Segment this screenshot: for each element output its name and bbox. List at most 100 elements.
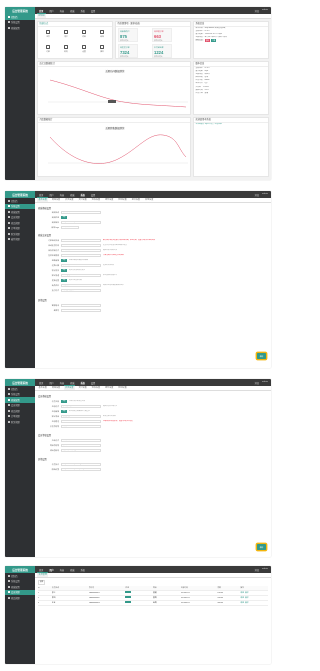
select-input[interactable]: 顺丰速运 [61,273,101,277]
user-menu[interactable]: admin [262,568,268,572]
status-toggle[interactable] [125,591,132,594]
message-link[interactable]: 消息 [255,381,259,385]
text-input[interactable]: http://www.shop.com [61,220,101,224]
sidebar-item[interactable]: 商品管理 [5,595,35,601]
table-row[interactable]: 1 张三 13800000001 普通 2023-01-01 100.00 编辑… [38,591,268,596]
tab-dashboard[interactable]: 控制台 [37,12,47,18]
number-input[interactable]: 7 [61,243,101,247]
quick-item[interactable]: 用户 [60,29,72,40]
topnav-item[interactable]: 首页 [39,381,43,385]
select-input[interactable]: 下单扣减 [61,248,101,252]
tab-settings[interactable]: 物流设置 [117,386,128,390]
topnav-item[interactable]: 系统 [81,9,85,13]
tab-settings[interactable]: 支付设置 [77,386,88,390]
delete-link[interactable]: 删除 [245,602,249,604]
text-input[interactable]: 我的商城 [61,210,101,214]
upload-button[interactable]: 上传图片 [61,225,79,229]
tab-settings[interactable]: 邮件设置 [104,386,115,390]
user-menu[interactable]: admin [262,9,268,13]
select-input[interactable]: 需要审核 [61,283,101,287]
edit-link[interactable]: 编辑 [240,592,244,594]
tab-settings[interactable]: 商城设置 [50,386,61,390]
topnav-item[interactable]: 内容 [60,193,64,197]
message-link[interactable]: 消息 [255,9,259,13]
quick-item[interactable]: 订单 [42,44,54,55]
topnav-item[interactable]: 商城 [70,568,74,572]
quick-item[interactable]: 设置 [78,44,90,55]
toggle-switch[interactable]: 开启 [61,216,67,219]
message-link[interactable]: 消息 [255,568,259,572]
message-link[interactable]: 消息 [255,193,259,197]
number-input[interactable]: 7 [61,253,101,257]
number-input[interactable]: 30 [61,238,101,242]
topnav-item[interactable]: 商城 [70,9,74,13]
toggle-switch[interactable]: 开启 [61,279,67,282]
quick-item[interactable]: 插件 [96,44,108,55]
tab-settings[interactable]: 短信设置 [90,386,101,390]
stat-card[interactable]: 待处理订单 663 较昨日增长 [152,28,172,42]
sidebar-item[interactable]: 插件管理 [5,237,35,243]
text-input[interactable]: 400-000-0000 [61,303,101,307]
save-button[interactable]: 保存 [257,353,266,359]
app-logo[interactable]: 后台管理系统 [5,191,35,198]
topnav-item[interactable]: 商城 [70,193,74,197]
text-input[interactable]: ICP-000000 [61,308,101,312]
select-input[interactable]: 长期 [61,424,101,428]
quick-item[interactable]: 商城 [96,29,108,40]
delete-link[interactable]: 删除 [245,597,249,599]
tab-settings[interactable]: 商城设置 [50,198,61,202]
status-toggle[interactable] [125,601,132,604]
app-logo[interactable]: 后台管理系统 [5,379,35,386]
toggle-switch[interactable]: 开启 [61,269,67,272]
topnav-item[interactable]: 系统 [81,568,85,572]
download-button[interactable]: 下载 [210,39,217,43]
topnav-item[interactable]: 系统 [81,381,85,385]
official-site-button[interactable]: 官网 [204,39,211,43]
tab-settings[interactable]: 物流设置 [117,198,128,202]
toggle-switch[interactable]: 开启 [61,259,67,262]
tab-settings[interactable]: 短信设置 [90,198,101,202]
user-menu[interactable]: admin [262,193,268,197]
topnav-item[interactable]: 内容 [60,9,64,13]
quick-item[interactable]: 内容 [78,29,90,40]
toggle-switch[interactable]: 开启 [61,410,67,413]
topnav-item[interactable]: 内容 [60,568,64,572]
tab-settings[interactable]: 会员设置 [64,198,75,202]
select-input[interactable]: 普通会员 [61,414,101,418]
tab-settings[interactable]: 支付设置 [77,198,88,202]
checkbox-group[interactable]: 微信支付 支付宝 [61,288,101,292]
tab-settings[interactable]: 邮件设置 [104,198,115,202]
quick-item[interactable]: 财务 [60,44,72,55]
stat-card[interactable]: 待审核用户 875 较昨日增长 [118,28,138,42]
tab-settings[interactable]: 接口设置 [130,198,141,202]
tab-settings[interactable]: 基本设置 [37,386,48,390]
app-logo[interactable]: 后台管理系统 [5,7,35,14]
table-row[interactable]: 3 王五 13800000003 金牌 2023-03-01 300.00 编辑… [38,601,268,606]
text-input[interactable]: 消费1元=1成长值 [61,448,101,452]
quick-item[interactable]: 主页 [42,29,54,40]
status-toggle[interactable] [125,596,132,599]
topnav-item[interactable]: 系统 [81,193,85,197]
topnav-item[interactable]: 设置 [91,9,95,13]
sidebar-item[interactable]: 商城配置 [5,25,35,31]
topnav-item[interactable]: 用户 [49,193,53,197]
edit-link[interactable]: 编辑 [240,597,244,599]
select-input[interactable]: 按件计算 [61,263,101,267]
topnav-item[interactable]: 用户 [49,381,53,385]
table-row[interactable]: 2 李四 13800000002 银牌 2023-02-01 200.00 编辑… [38,596,268,601]
tab-settings[interactable]: 基本设置 [37,196,49,202]
edit-link[interactable]: 编辑 [240,602,244,604]
search-button[interactable]: 搜索 [38,580,46,585]
user-menu[interactable]: admin [262,381,268,385]
number-input[interactable]: 100 [61,419,101,423]
tab-members[interactable]: 会员管理 [37,571,49,577]
toggle-switch[interactable]: 开启 [61,400,67,403]
select-input[interactable]: 永久 [61,443,101,447]
text-input[interactable]: http://www.shop.com/privacy [61,467,101,471]
tab-settings[interactable]: 其他设置 [144,198,155,202]
select-input[interactable]: 手机号注册 [61,404,101,408]
topnav-item[interactable]: 设置 [91,193,95,197]
save-button[interactable]: 保存 [257,544,266,550]
topnav-item[interactable]: 用户 [49,568,53,572]
stat-card[interactable]: 本月营业额 1224 较昨日增长 [152,44,172,58]
